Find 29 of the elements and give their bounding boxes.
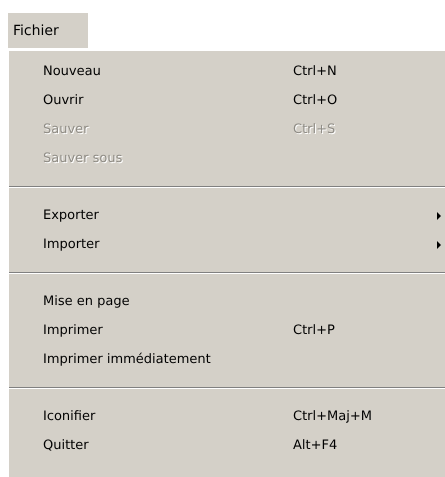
menu-item-label: Importer: [43, 237, 100, 252]
menu-item-label: Exporter: [43, 208, 99, 223]
menu-item[interactable]: Iconifier Ctrl+Maj+M: [9, 402, 445, 431]
shortcut-label: Ctrl+N: [293, 64, 337, 79]
menu-item[interactable]: Quitter Alt+F4: [9, 431, 445, 460]
menu-item[interactable]: Importer: [9, 230, 445, 259]
menu-item[interactable]: Imprimer Ctrl+P: [9, 316, 445, 345]
menu-item[interactable]: Nouveau Ctrl+N: [9, 57, 445, 86]
menu-item[interactable]: Mise en page: [9, 287, 445, 316]
shortcut-label: Ctrl+P: [293, 323, 335, 338]
menu-item-label: Sauver: [43, 122, 88, 137]
menu-item-label: Quitter: [43, 438, 89, 453]
menu-item[interactable]: Exporter: [9, 201, 445, 230]
menu-item[interactable]: Imprimer immédiatement: [9, 345, 445, 374]
menu-item-label: Sauver sous: [43, 151, 122, 166]
menu-item-label: Imprimer immédiatement: [43, 352, 211, 367]
menu-item-label: Iconifier: [43, 409, 96, 424]
shortcut-label: Ctrl+O: [293, 93, 338, 108]
menu-item[interactable]: Ouvrir Ctrl+O: [9, 86, 445, 115]
menu-item-label: Ouvrir: [43, 93, 84, 108]
menu-title[interactable]: Fichier: [8, 13, 88, 48]
shortcut-label: Ctrl+S: [293, 122, 336, 137]
submenu-arrow-icon: [437, 240, 441, 248]
shortcut-label: Alt+F4: [293, 438, 338, 453]
menu-item-label: Nouveau: [43, 64, 101, 79]
shortcut-label: Ctrl+Maj+M: [293, 409, 372, 424]
menu-item-label: Imprimer: [43, 323, 103, 338]
submenu-arrow-icon: [437, 212, 441, 220]
menu-item-label: Mise en page: [43, 294, 130, 309]
